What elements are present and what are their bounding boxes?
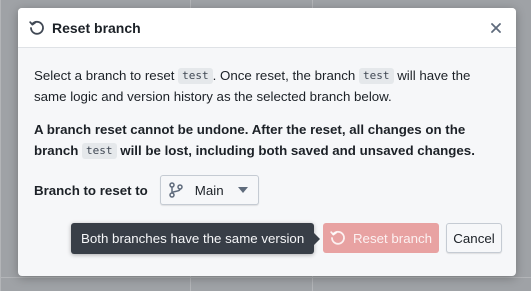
warning-text-part: will be lost, including both saved and u…	[120, 143, 475, 158]
branch-select-value: Main	[194, 182, 224, 198]
close-icon[interactable]	[486, 18, 506, 38]
branch-code: test	[82, 143, 117, 159]
cancel-button[interactable]: Cancel	[446, 223, 502, 253]
git-branch-icon	[169, 182, 185, 198]
disabled-reason-tooltip: Both branches have the same version	[71, 223, 321, 254]
dialog-footer: Both branches have the same version Rese…	[18, 220, 516, 276]
dialog-body: Select a branch to reset test. Once rese…	[18, 48, 516, 205]
branch-code: test	[178, 68, 213, 84]
intro-text: Select a branch to reset test. Once rese…	[34, 65, 500, 107]
reset-icon	[330, 230, 346, 246]
intro-text-part: Select a branch to reset	[34, 68, 175, 83]
dialog-title: Reset branch	[52, 19, 141, 36]
branch-select-label: Branch to reset to	[34, 182, 148, 198]
branch-select-row: Branch to reset to Main	[34, 175, 500, 205]
warning-text: A branch reset cannot be undone. After t…	[34, 119, 500, 161]
branch-code: test	[359, 68, 394, 84]
branch-select[interactable]: Main	[159, 175, 259, 205]
caret-down-icon	[237, 187, 248, 193]
reset-icon	[28, 19, 46, 37]
dialog-header: Reset branch	[18, 8, 516, 48]
reset-branch-button[interactable]: Reset branch	[323, 223, 439, 253]
intro-text-part: . Once reset, the branch	[212, 68, 356, 83]
reset-branch-label: Reset branch	[352, 230, 433, 246]
background-divider	[0, 0, 1, 291]
reset-branch-dialog: Reset branch Select a branch to reset te…	[18, 8, 516, 276]
background-divider	[0, 277, 531, 278]
